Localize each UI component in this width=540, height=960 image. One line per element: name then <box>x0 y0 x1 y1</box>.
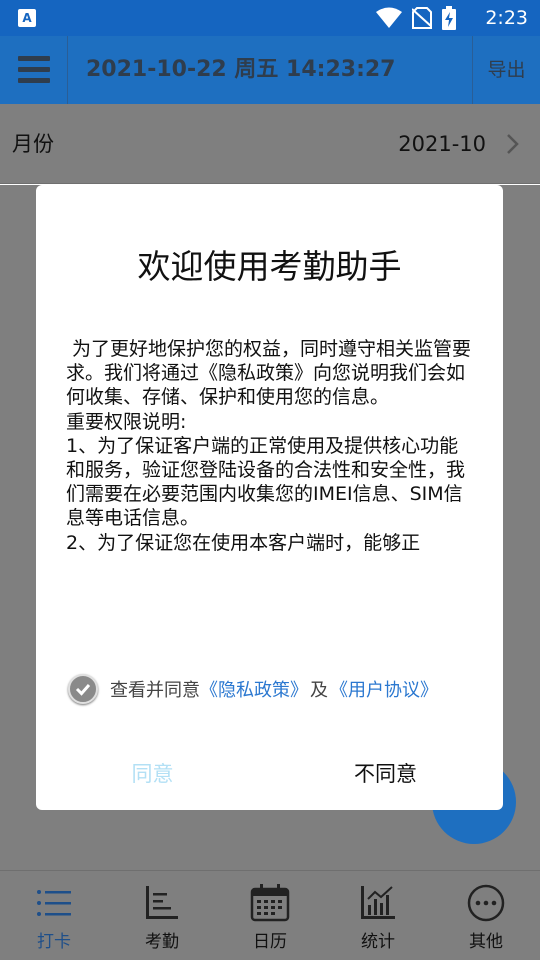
agree-row: 查看并同意 《隐私政策》 及 《用户协议》 <box>68 673 438 705</box>
chevron-right-icon <box>507 134 519 154</box>
bottom-nav: 打卡 考勤 日历 统计 其他 <box>0 870 540 960</box>
menu-icon-bar <box>18 78 50 83</box>
battery-charging-icon <box>442 6 456 30</box>
month-value: 2021-10 <box>398 132 486 156</box>
nav-item-other[interactable]: 其他 <box>432 871 540 960</box>
month-label: 月份 <box>12 132 54 156</box>
nav-item-clock-in[interactable]: 打卡 <box>0 871 108 960</box>
dialog-body[interactable]: 为了更好地保护您的权益，同时遵守相关监管要求。我们将通过《隐私政策》向您说明我们… <box>66 337 476 579</box>
list-icon <box>37 890 71 916</box>
nav-label: 打卡 <box>37 932 71 952</box>
month-selector-row[interactable]: 月份 2021-10 <box>0 104 540 184</box>
nav-label: 统计 <box>361 932 395 952</box>
privacy-policy-link[interactable]: 《隐私政策》 <box>200 676 308 702</box>
nav-item-attendance[interactable]: 考勤 <box>108 871 216 960</box>
wifi-icon <box>376 7 402 28</box>
status-clock: 2:23 <box>485 7 528 29</box>
check-icon <box>75 684 91 696</box>
dialog-paragraph: 2、为了保证您在使用本客户端时，能够正 <box>66 531 421 554</box>
export-button[interactable]: 导出 <box>472 36 540 104</box>
user-agreement-link[interactable]: 《用户协议》 <box>330 676 438 702</box>
bar-list-icon <box>146 886 178 919</box>
privacy-dialog: 欢迎使用考勤助手 为了更好地保护您的权益，同时遵守相关监管要求。我们将通过《隐私… <box>36 185 503 810</box>
chart-icon <box>361 886 395 919</box>
status-icons <box>376 6 456 30</box>
dialog-paragraph: 重要权限说明: <box>66 410 187 433</box>
nav-item-calendar[interactable]: 日历 <box>216 871 324 960</box>
more-icon <box>467 884 505 922</box>
no-sim-icon <box>412 7 432 29</box>
agree-conjunction: 及 <box>310 680 328 701</box>
dialog-paragraph: 1、为了保证客户端的正常使用及提供核心功能和服务，验证您登陆设备的合法性和安全性… <box>66 434 466 530</box>
agree-prefix: 查看并同意 <box>110 680 200 701</box>
agree-checkbox[interactable] <box>68 674 98 704</box>
header-datetime: 2021-10-22 周五 14:23:27 <box>86 57 396 82</box>
dialog-paragraph: 为了更好地保护您的权益，同时遵守相关监管要求。我们将通过《隐私政策》向您说明我们… <box>66 338 472 409</box>
nav-label: 考勤 <box>145 932 179 952</box>
menu-icon <box>18 56 50 61</box>
agree-button[interactable]: 同意 <box>36 750 269 798</box>
app-icon-letter: A <box>22 11 32 25</box>
disagree-button[interactable]: 不同意 <box>269 750 502 798</box>
app-header: 2021-10-22 周五 14:23:27 导出 <box>0 36 540 104</box>
nav-item-statistics[interactable]: 统计 <box>324 871 432 960</box>
menu-icon-bar <box>18 67 50 72</box>
nav-label: 其他 <box>469 932 503 952</box>
calendar-icon <box>250 884 290 922</box>
dialog-title: 欢迎使用考勤助手 <box>137 247 402 286</box>
menu-button[interactable] <box>0 36 68 104</box>
nav-label: 日历 <box>253 932 287 952</box>
status-bar: A 2:23 <box>0 0 540 36</box>
app-notification-icon: A <box>18 9 36 27</box>
